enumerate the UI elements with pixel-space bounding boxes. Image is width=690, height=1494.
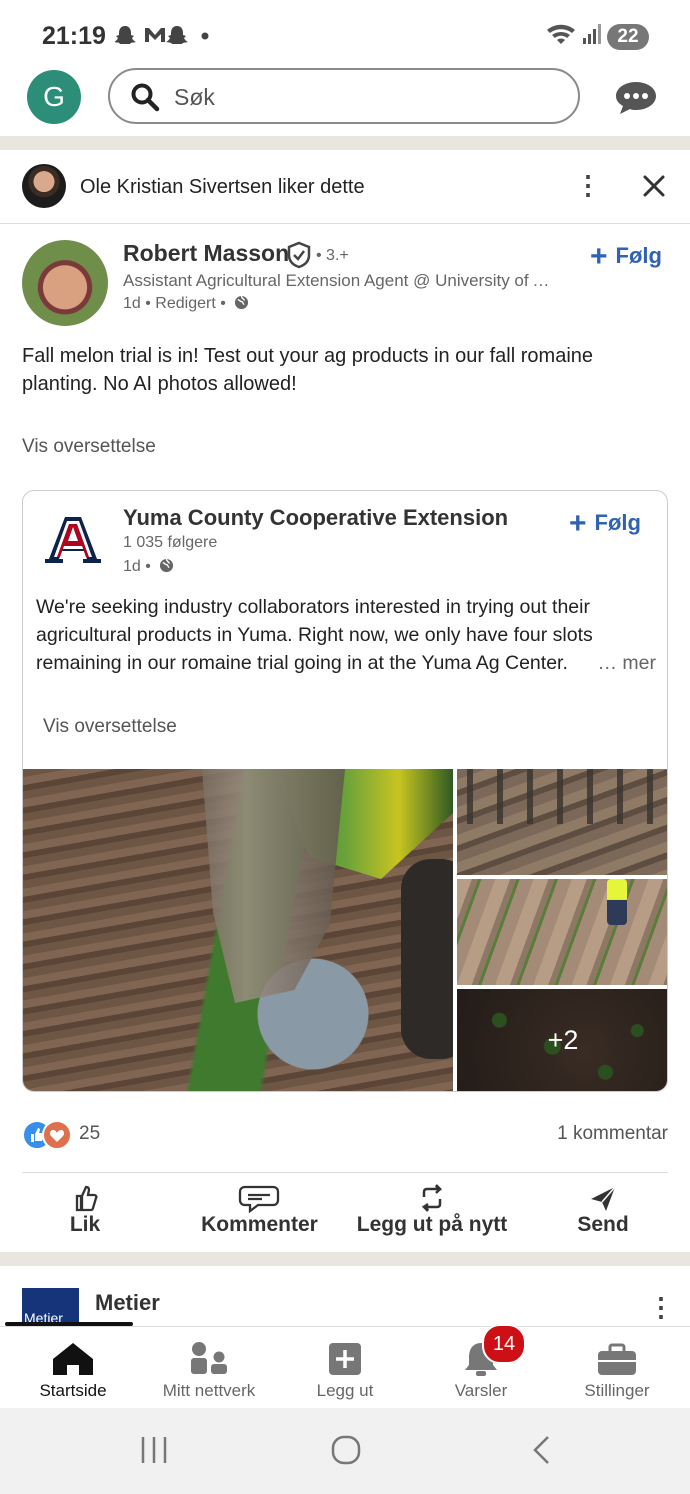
notification-icons (114, 24, 211, 52)
nav-jobs[interactable]: Stillinger (549, 1339, 685, 1401)
nav-post[interactable]: Legg ut (277, 1339, 413, 1401)
network-icon (191, 1342, 227, 1374)
translate-link[interactable]: Vis oversettelse (22, 436, 156, 458)
follow-label: Følg (594, 510, 641, 535)
like-button[interactable]: Lik (60, 1183, 110, 1237)
repost-icon (421, 1184, 443, 1212)
comment-icon (238, 1185, 280, 1213)
plus-icon: + (569, 507, 587, 540)
profile-avatar[interactable]: G (27, 70, 81, 124)
nav-home[interactable]: Startside (5, 1339, 141, 1401)
photo-thumb-1[interactable] (457, 769, 667, 875)
comment-count[interactable]: 1 kommentar (557, 1123, 668, 1145)
follow-org-button[interactable]: + Følg (569, 507, 641, 541)
author-headline: Assistant Agricultural Extension Agent @… (123, 271, 553, 290)
shared-meta: 1d • (123, 558, 174, 576)
plus-icon: + (590, 240, 608, 273)
system-navigation-bar (0, 1408, 690, 1494)
photo-thumb-2[interactable] (457, 879, 667, 985)
feed-divider-2 (0, 1252, 690, 1266)
send-label: Send (577, 1213, 629, 1236)
bell-icon (465, 1343, 497, 1376)
field-worker (607, 879, 627, 925)
reactions-row[interactable]: 25 1 kommentar (22, 1118, 668, 1150)
messaging-icon[interactable] (614, 80, 658, 116)
nav-post-label: Legg ut (316, 1381, 374, 1400)
post-text: Fall melon trial is in! Test out your ag… (22, 345, 594, 395)
social-context-row: Ole Kristian Sivertsen liker dette ⋮ (0, 150, 690, 224)
shared-text-body: We're seeking industry collaborators int… (36, 596, 593, 674)
briefcase-icon (598, 1343, 636, 1375)
verified-shield-icon (287, 241, 311, 269)
back-icon[interactable] (526, 1434, 558, 1466)
send-icon (591, 1186, 616, 1211)
notifications-badge: 14 (482, 1324, 526, 1364)
feed-divider (0, 136, 690, 150)
shared-translate-link[interactable]: Vis oversettelse (43, 716, 177, 738)
next-post-more-icon[interactable]: ⋮ (648, 1292, 674, 1323)
nav-home-label: Startside (39, 1381, 107, 1400)
battery-indicator: 22 (607, 24, 649, 50)
close-icon[interactable] (642, 174, 666, 198)
see-more-link[interactable]: … mer (598, 649, 657, 677)
nav-network-label: Mitt nettverk (162, 1381, 256, 1400)
bottom-navigation: Startside Mitt nettverk Legg ut Varsler … (0, 1326, 690, 1409)
shared-meta-text: 1d • (123, 558, 151, 575)
liker-avatar[interactable] (22, 164, 66, 208)
connection-degree: • 3.+ (316, 247, 349, 264)
top-bar: G Søk (0, 66, 690, 136)
globe-icon (235, 295, 249, 310)
follow-author-button[interactable]: + Følg (590, 240, 662, 274)
search-bar[interactable]: Søk (108, 68, 580, 124)
wifi-signal-icons (545, 22, 601, 52)
repost-label: Legg ut på nytt (356, 1213, 508, 1236)
post-meta: 1d • Redigert • (123, 295, 249, 313)
post-actions: Lik Kommenter Legg ut på nytt Send (22, 1172, 668, 1253)
extra-photos-count: +2 (547, 1025, 579, 1055)
nav-network[interactable]: Mitt nettverk (141, 1339, 277, 1401)
social-context-text[interactable]: Ole Kristian Sivertsen liker dette (80, 176, 365, 199)
tractor-tire (401, 859, 453, 1059)
follow-label: Følg (615, 243, 662, 268)
status-time: 21:19 (42, 22, 106, 50)
comment-label: Kommenter (201, 1213, 318, 1236)
post-icon (329, 1343, 361, 1375)
post-meta-text: 1d • Redigert • (123, 295, 226, 312)
recent-apps-icon[interactable] (138, 1434, 170, 1466)
org-followers: 1 035 følgere (123, 534, 218, 551)
globe-icon (160, 558, 174, 573)
love-reaction-icon (42, 1120, 72, 1150)
send-button[interactable]: Send (570, 1183, 636, 1237)
reaction-count: 25 (79, 1123, 101, 1144)
repost-button[interactable]: Legg ut på nytt (352, 1183, 512, 1237)
like-label: Lik (69, 1213, 101, 1236)
like-icon (75, 1185, 98, 1212)
implement-bars (467, 769, 657, 824)
shared-post-card[interactable]: Yuma County Cooperative Extension + Følg … (22, 490, 668, 1092)
nav-jobs-label: Stillinger (584, 1381, 650, 1400)
org-name[interactable]: Yuma County Cooperative Extension (123, 505, 508, 531)
more-options-icon[interactable]: ⋮ (575, 170, 601, 201)
next-post-author[interactable]: Metier (95, 1290, 160, 1316)
home-icon (53, 1343, 93, 1375)
author-avatar[interactable] (22, 240, 108, 326)
shared-post-text: We're seeking industry collaborators int… (36, 593, 656, 677)
search-icon (131, 83, 160, 112)
university-of-arizona-logo (45, 517, 101, 563)
comment-button[interactable]: Kommenter (192, 1183, 327, 1237)
next-post-peek[interactable]: Metier Metier ⋮ (0, 1266, 690, 1328)
home-button-icon[interactable] (330, 1434, 362, 1466)
photo-main[interactable] (23, 769, 453, 1091)
photo-thumb-3[interactable]: +2 (457, 989, 667, 1091)
nav-notifications[interactable]: Varsler (413, 1339, 549, 1401)
nav-notifications-label: Varsler (454, 1381, 508, 1400)
author-name[interactable]: Robert Masson (123, 240, 289, 267)
status-bar: 21:19 22 (0, 0, 690, 66)
search-placeholder: Søk (174, 84, 215, 110)
